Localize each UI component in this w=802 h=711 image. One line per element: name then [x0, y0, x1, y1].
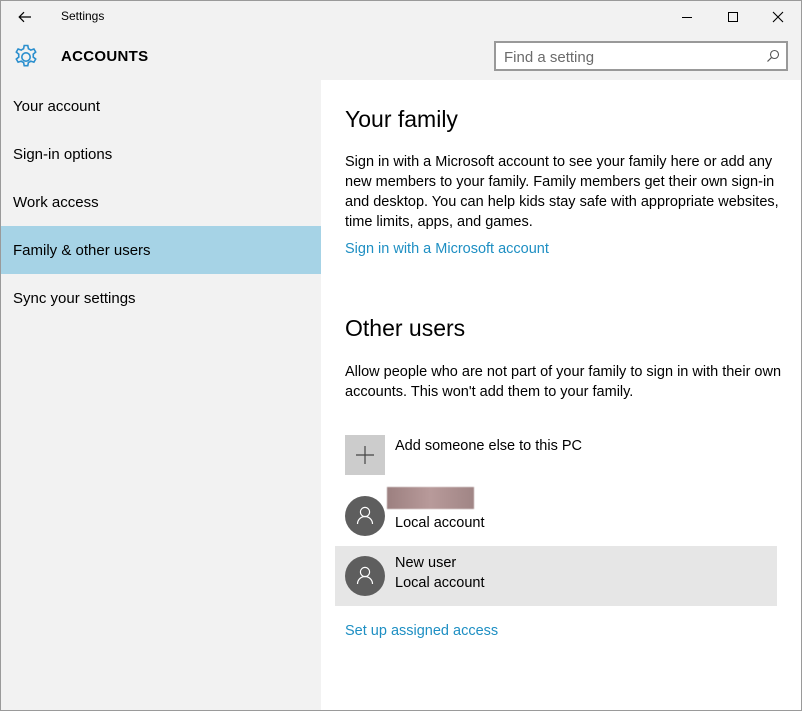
sidebar-item-sync-settings[interactable]: Sync your settings [1, 274, 321, 322]
user-name: New user [395, 555, 457, 571]
sidebar-item-sign-in-options[interactable]: Sign-in options [1, 130, 321, 178]
gear-icon [15, 44, 37, 67]
minimize-button[interactable] [664, 1, 710, 33]
minimize-icon [682, 17, 692, 18]
page-title: ACCOUNTS [61, 48, 149, 65]
user-icon [356, 566, 374, 585]
user-account-row[interactable]: New user Local account [335, 546, 777, 606]
search-box[interactable] [494, 41, 788, 71]
sidebar-item-your-account[interactable]: Your account [1, 82, 321, 130]
title-bar: Settings [1, 1, 801, 33]
sidebar-item-label: Work access [13, 194, 99, 211]
close-icon [772, 11, 784, 23]
add-tile [345, 435, 385, 475]
maximize-button[interactable] [710, 1, 756, 33]
sidebar-item-label: Your account [13, 98, 101, 115]
family-heading: Your family [345, 106, 458, 132]
sidebar-item-label: Family & other users [13, 242, 151, 259]
family-description: Sign in with a Microsoft account to see … [345, 154, 779, 230]
settings-header: ACCOUNTS [1, 33, 801, 80]
redacted-username [387, 487, 474, 509]
main-content: Your family Sign in with a Microsoft acc… [321, 80, 801, 710]
user-account-type: Local account [395, 515, 485, 531]
user-icon [356, 506, 374, 525]
plus-icon [356, 446, 374, 464]
search-input[interactable] [504, 47, 754, 67]
avatar [345, 496, 385, 536]
sign-in-microsoft-link[interactable]: Sign in with a Microsoft account [345, 241, 549, 257]
search-icon[interactable] [766, 49, 780, 63]
sidebar-item-label: Sync your settings [13, 290, 136, 307]
other-users-description: Allow people who are not part of your fa… [345, 364, 782, 400]
user-account-row[interactable]: Local account [335, 486, 777, 546]
close-button[interactable] [755, 1, 801, 33]
avatar [345, 556, 385, 596]
add-user-label: Add someone else to this PC [395, 438, 582, 454]
sidebar-item-label: Sign-in options [13, 146, 113, 163]
sidebar-item-work-access[interactable]: Work access [1, 178, 321, 226]
maximize-icon [728, 12, 738, 22]
other-users-heading: Other users [345, 315, 466, 341]
settings-window: Settings ACCOUNTS Find a setting Your ac… [0, 0, 802, 711]
sidebar: Your account Sign-in options Work access… [1, 80, 321, 710]
user-account-type: Local account [395, 575, 485, 591]
assigned-access-link[interactable]: Set up assigned access [345, 623, 498, 639]
back-arrow-icon [18, 11, 31, 23]
back-button[interactable] [9, 4, 41, 30]
window-title: Settings [61, 9, 105, 23]
sidebar-item-family-other-users[interactable]: Family & other users [1, 226, 321, 274]
add-user-button[interactable]: Add someone else to this PC [345, 435, 785, 477]
